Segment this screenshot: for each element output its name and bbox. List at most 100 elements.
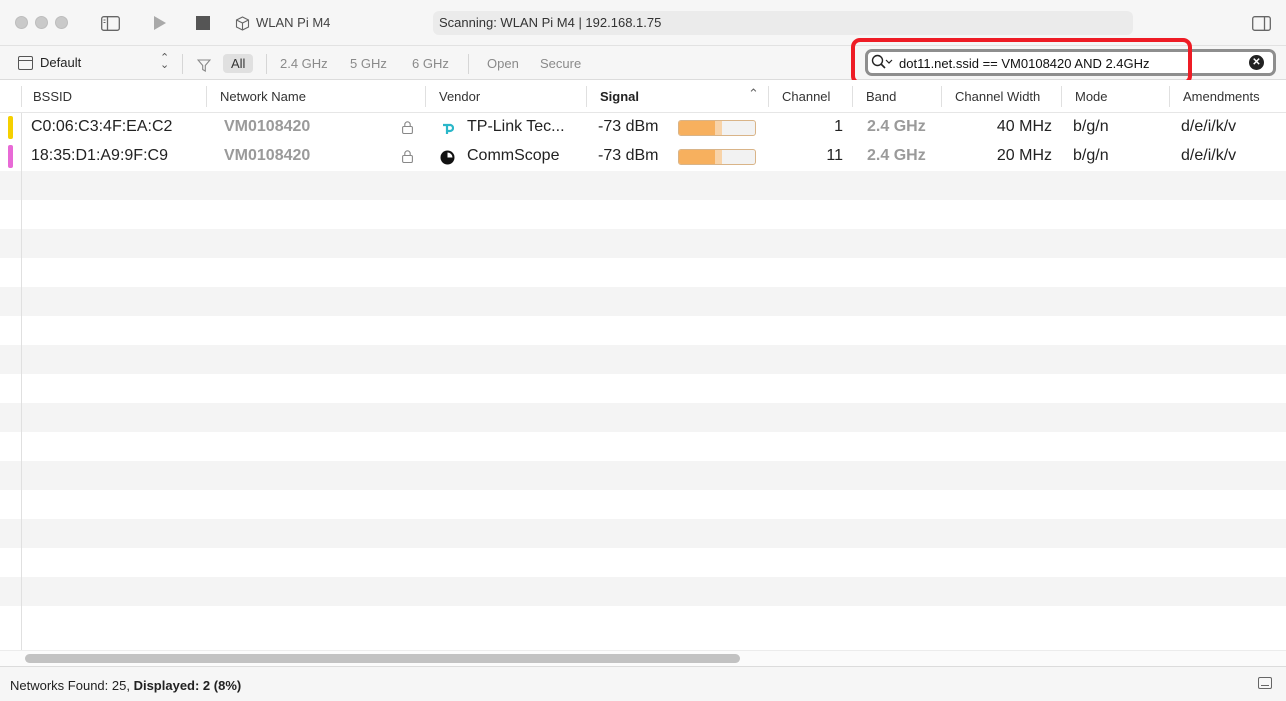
band-cell: 2.4 GHz [867, 118, 926, 135]
empty-row [0, 519, 1286, 548]
column-divider[interactable] [768, 86, 769, 107]
column-divider[interactable] [1169, 86, 1170, 107]
lock-icon [402, 121, 413, 134]
channel-width-cell: 40 MHz [996, 118, 1052, 135]
empty-row [0, 258, 1286, 287]
row-color-marker [8, 116, 13, 139]
stop-icon[interactable] [195, 12, 210, 34]
bssid-cell: C0:06:C3:4F:EA:C2 [31, 118, 173, 135]
toolbar-divider [266, 54, 267, 74]
zoom-window-button[interactable] [55, 16, 68, 29]
column-vendor[interactable]: Vendor [439, 89, 480, 104]
networks-count: Networks Found: 25, Displayed: 2 (8%) [10, 678, 241, 693]
column-divider[interactable] [586, 86, 587, 107]
networks-displayed-label: Displayed: 2 (8%) [133, 678, 242, 693]
play-icon[interactable] [152, 12, 168, 34]
network-name-cell: VM0108420 [224, 147, 311, 164]
empty-row [0, 374, 1286, 403]
cube-icon [234, 12, 250, 34]
filter-open[interactable]: Open [487, 54, 519, 73]
status-bar: Networks Found: 25, Displayed: 2 (8%) [0, 666, 1286, 701]
vendor-cell: TP-Link Tec... [467, 118, 565, 135]
clear-search-icon[interactable]: ✕ [1249, 55, 1264, 70]
signal-bar-fill [679, 150, 715, 164]
empty-row [0, 316, 1286, 345]
signal-cell: -73 dBm [598, 147, 659, 164]
toolbar-divider [468, 54, 469, 74]
vendor-cell: CommScope [467, 147, 560, 164]
table-row[interactable]: 18:35:D1:A9:9F:C9 VM0108420 CommScope -7… [0, 142, 1286, 171]
empty-row [0, 200, 1286, 229]
column-band[interactable]: Band [866, 89, 896, 104]
filter-5ghz[interactable]: 5 GHz [350, 54, 387, 73]
column-divider[interactable] [21, 86, 22, 107]
empty-row [0, 345, 1286, 374]
calendar-icon [18, 55, 33, 70]
toolbar-divider [182, 54, 183, 74]
filter-6ghz[interactable]: 6 GHz [412, 54, 449, 73]
empty-row [0, 403, 1286, 432]
empty-row [0, 287, 1286, 316]
device-selector[interactable]: WLAN Pi M4 [256, 15, 330, 30]
channel-cell: 11 [826, 147, 843, 164]
signal-bar [678, 149, 756, 165]
column-mode[interactable]: Mode [1075, 89, 1108, 104]
table-row[interactable]: C0:06:C3:4F:EA:C2 VM0108420 TP-Link Tec.… [0, 113, 1286, 142]
amendments-cell: d/e/i/k/v [1181, 118, 1237, 135]
amendments-cell: d/e/i/k/v [1181, 147, 1237, 164]
band-cell: 2.4 GHz [867, 147, 926, 164]
column-divider[interactable] [425, 86, 426, 107]
filter-secure[interactable]: Secure [540, 54, 581, 73]
sidebar-toggle-icon[interactable] [100, 12, 120, 34]
chevron-updown-icon[interactable]: ⌃ ⌄ [160, 53, 169, 71]
signal-bar [678, 120, 756, 136]
filter-all[interactable]: All [223, 54, 254, 73]
bottom-panel-icon[interactable] [1258, 677, 1272, 689]
empty-row [0, 490, 1286, 519]
sort-ascending-icon[interactable]: ⌃ [748, 86, 759, 102]
column-divider[interactable] [941, 86, 942, 107]
filter-icon[interactable] [196, 54, 211, 76]
column-divider[interactable] [1061, 86, 1062, 107]
networks-found-label: Networks Found: 25, [10, 678, 130, 693]
empty-row [0, 461, 1286, 490]
close-window-button[interactable] [15, 16, 28, 29]
channel-width-cell: 20 MHz [996, 147, 1052, 164]
profile-label: Default [40, 55, 82, 70]
lock-icon [402, 150, 413, 163]
bssid-cell: 18:35:D1:A9:9F:C9 [31, 147, 168, 164]
table-header: BSSID Network Name Vendor Signal ⌃ Chann… [0, 80, 1286, 113]
column-amendments[interactable]: Amendments [1183, 89, 1260, 104]
tp-link-icon [443, 123, 454, 134]
empty-row [0, 229, 1286, 258]
mode-cell: b/g/n [1073, 118, 1109, 135]
scan-status-field: Scanning: WLAN Pi M4 | 192.168.1.75 [433, 11, 1133, 35]
commscope-icon [440, 150, 455, 165]
table-left-border [21, 113, 22, 651]
column-bssid[interactable]: BSSID [33, 89, 72, 104]
row-color-marker [8, 145, 13, 168]
empty-row [0, 171, 1286, 200]
empty-row [0, 577, 1286, 606]
channel-cell: 1 [834, 118, 843, 135]
horizontal-scrollbar-thumb[interactable] [25, 654, 740, 663]
signal-bar-peak [714, 150, 722, 164]
inspector-toggle-icon[interactable] [1251, 12, 1271, 34]
minimize-window-button[interactable] [35, 16, 48, 29]
column-divider[interactable] [206, 86, 207, 107]
column-divider[interactable] [852, 86, 853, 107]
column-network-name[interactable]: Network Name [220, 89, 306, 104]
empty-row [0, 606, 1286, 635]
network-name-cell: VM0108420 [224, 118, 311, 135]
filter-2-4ghz[interactable]: 2.4 GHz [280, 54, 328, 73]
signal-cell: -73 dBm [598, 118, 659, 135]
column-signal[interactable]: Signal [600, 89, 639, 104]
column-channel-width[interactable]: Channel Width [955, 89, 1040, 104]
empty-row [0, 432, 1286, 461]
mode-cell: b/g/n [1073, 147, 1109, 164]
profile-selector[interactable]: Default [18, 55, 81, 70]
empty-row [0, 548, 1286, 577]
column-channel[interactable]: Channel [782, 89, 830, 104]
search-highlight [851, 38, 1192, 85]
signal-bar-fill [679, 121, 715, 135]
